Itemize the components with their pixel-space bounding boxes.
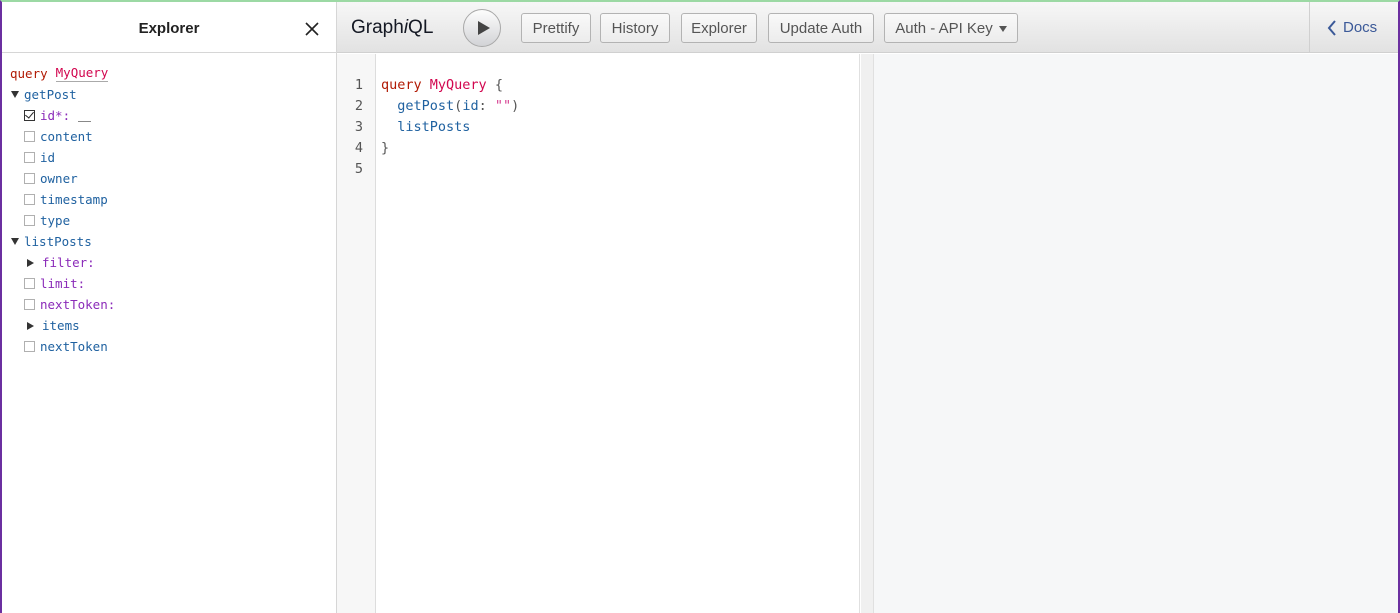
arg-label: limit: xyxy=(40,276,86,291)
checkbox-icon[interactable] xyxy=(24,131,35,142)
field-label: type xyxy=(40,213,71,228)
tree-item-label: getPost xyxy=(24,87,77,102)
query-editor[interactable]: 1 2 3 4 5 query MyQuery { getPost(id: ""… xyxy=(337,54,860,613)
code-line: getPost(id: "") xyxy=(397,98,520,114)
collapsed-triangle-icon[interactable] xyxy=(27,258,34,267)
checkbox-icon[interactable] xyxy=(24,215,35,226)
docs-button[interactable]: Docs xyxy=(1309,2,1398,53)
close-icon[interactable] xyxy=(304,21,320,37)
checkbox-icon[interactable] xyxy=(24,278,35,289)
expanded-triangle-icon[interactable] xyxy=(11,238,19,245)
update-auth-button[interactable]: Update Auth xyxy=(768,13,874,43)
play-icon xyxy=(478,21,490,35)
checkbox-icon[interactable] xyxy=(24,173,35,184)
tree-item-label: listPosts xyxy=(24,234,92,249)
arg-label: filter: xyxy=(42,255,95,270)
explorer-tree: query MyQuery getPost id*: content id ow… xyxy=(2,53,336,357)
arg-value-input[interactable] xyxy=(78,110,92,122)
explorer-header: Explorer xyxy=(2,2,336,53)
field-label: content xyxy=(40,129,93,144)
collapsed-triangle-icon[interactable] xyxy=(27,321,34,330)
field-row-timestamp[interactable]: timestamp xyxy=(24,189,336,210)
field-row-items[interactable]: items xyxy=(24,315,336,336)
line-number: 3 xyxy=(354,119,363,135)
expanded-triangle-icon[interactable] xyxy=(11,91,19,98)
line-number: 5 xyxy=(354,161,363,177)
line-number: 2 xyxy=(354,98,363,114)
explorer-panel: Explorer query MyQuery getPost id*: cont… xyxy=(2,2,337,613)
checkbox-icon[interactable] xyxy=(24,341,35,352)
top-toolbar: GraphiQL Prettify History Explorer Updat… xyxy=(337,2,1398,53)
caret-down-icon xyxy=(998,25,1007,32)
field-row-nexttoken[interactable]: nextToken xyxy=(24,336,336,357)
prettify-button[interactable]: Prettify xyxy=(521,13,591,43)
chevron-left-icon xyxy=(1327,19,1336,36)
history-button[interactable]: History xyxy=(600,13,670,43)
run-button[interactable] xyxy=(463,9,501,47)
field-row-id[interactable]: id xyxy=(24,147,336,168)
arg-row-filter[interactable]: filter: xyxy=(24,252,336,273)
field-label: owner xyxy=(40,171,78,186)
field-label: id xyxy=(40,150,56,165)
code-line: listPosts xyxy=(397,119,471,135)
pane-splitter[interactable] xyxy=(861,54,874,613)
field-label: timestamp xyxy=(40,192,108,207)
arg-row-id[interactable]: id*: xyxy=(24,105,336,126)
app-title: GraphiQL xyxy=(351,17,434,38)
auth-mode-dropdown[interactable]: Auth - API Key xyxy=(884,13,1018,43)
explorer-title: Explorer xyxy=(138,20,200,37)
field-row-owner[interactable]: owner xyxy=(24,168,336,189)
auth-mode-label: Auth - API Key xyxy=(895,19,993,37)
tree-item-getpost[interactable]: getPost xyxy=(10,84,336,105)
field-row-content[interactable]: content xyxy=(24,126,336,147)
line-number: 1 xyxy=(354,77,363,93)
checkbox-checked-icon[interactable] xyxy=(24,110,35,121)
arg-label: id*: xyxy=(40,108,71,123)
arg-row-nexttoken[interactable]: nextToken: xyxy=(24,294,336,315)
checkbox-icon[interactable] xyxy=(24,299,35,310)
arg-label: nextToken: xyxy=(40,297,116,312)
line-number-gutter: 1 2 3 4 5 xyxy=(337,54,376,613)
field-label: items xyxy=(42,318,80,333)
tree-item-listposts[interactable]: listPosts xyxy=(10,231,336,252)
code-line: query MyQuery { xyxy=(381,77,503,93)
code-line: } xyxy=(381,140,390,156)
operation-keyword: query xyxy=(10,66,48,81)
docs-label: Docs xyxy=(1343,19,1378,36)
arg-row-limit[interactable]: limit: xyxy=(24,273,336,294)
checkbox-icon[interactable] xyxy=(24,152,35,163)
checkbox-icon[interactable] xyxy=(24,194,35,205)
field-row-type[interactable]: type xyxy=(24,210,336,231)
operation-name-input[interactable]: MyQuery xyxy=(55,65,109,82)
operation-row: query MyQuery xyxy=(10,63,336,84)
result-pane xyxy=(874,54,1398,613)
line-number: 4 xyxy=(354,140,363,156)
field-label: nextToken xyxy=(40,339,108,354)
explorer-button[interactable]: Explorer xyxy=(681,13,757,43)
